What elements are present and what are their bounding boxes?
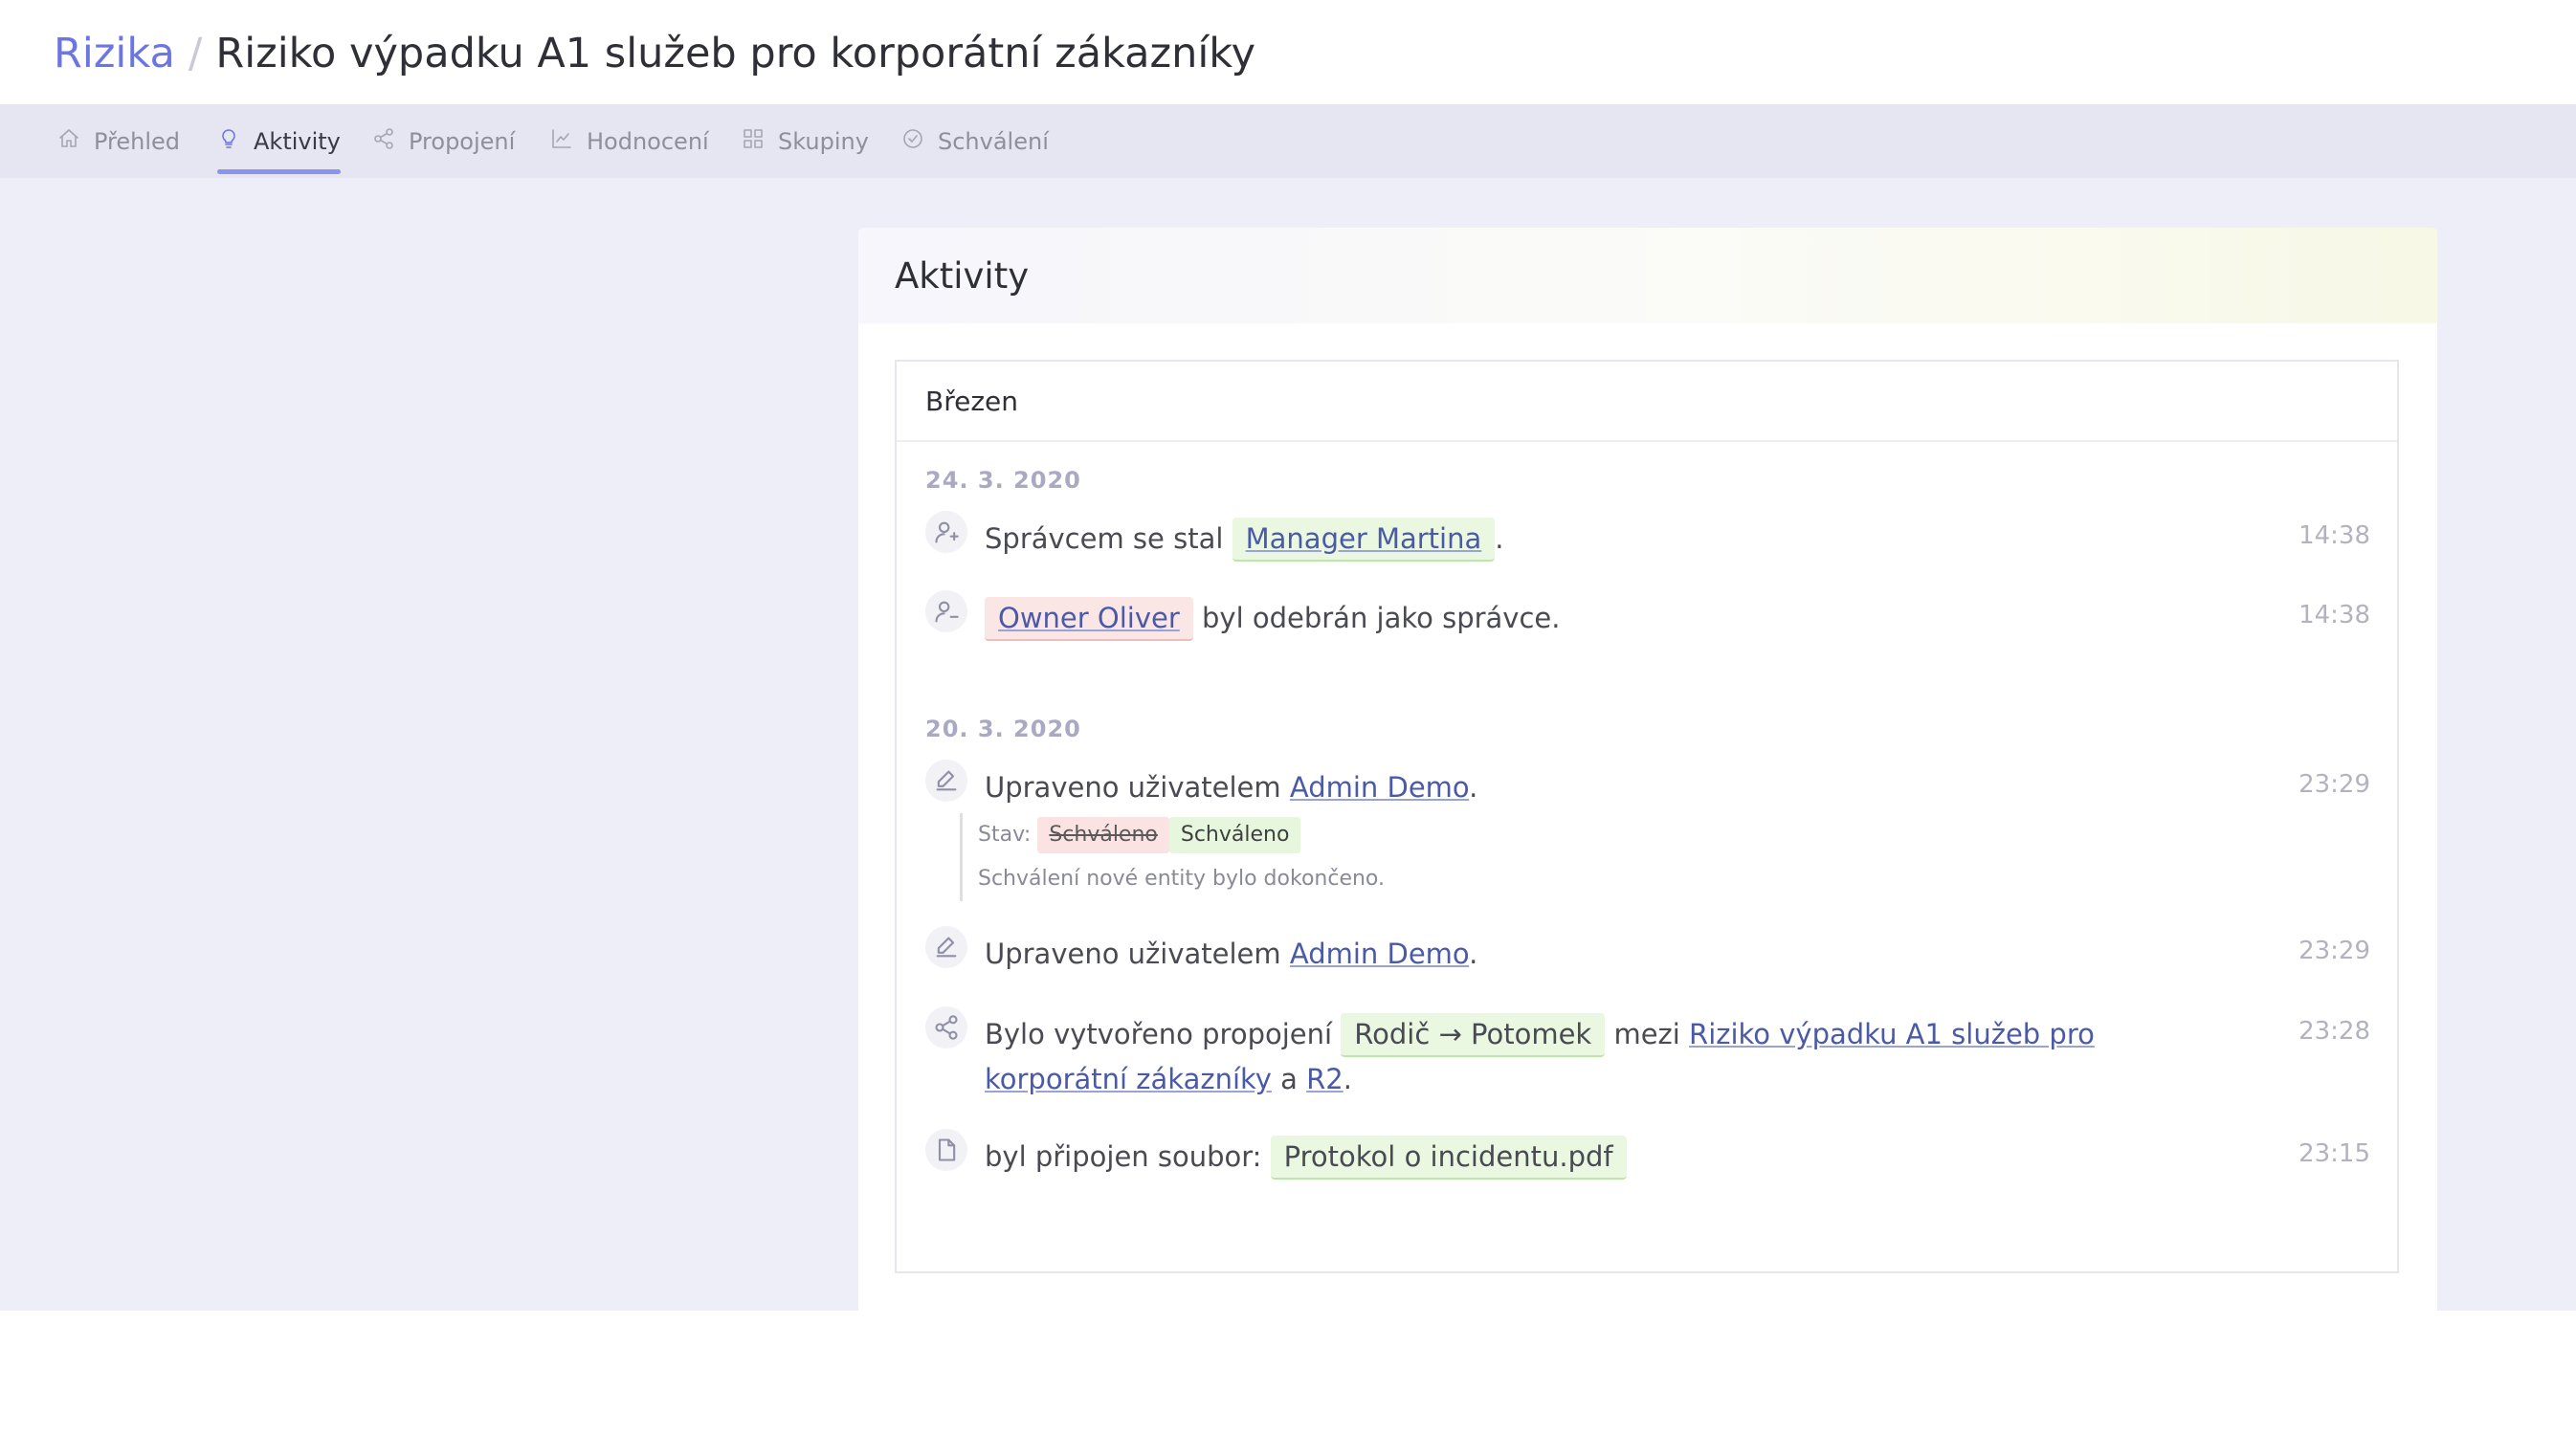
old-status-badge: Schváleno <box>1037 817 1169 853</box>
user-link[interactable]: Admin Demo <box>1290 771 1469 804</box>
tab-prehled[interactable]: Přehled <box>57 104 180 178</box>
status-label: Stav: <box>978 823 1032 847</box>
relation-type-chip: Rodič → Potomek <box>1341 1013 1606 1057</box>
share-icon <box>372 127 395 156</box>
user-chip: Manager Martina <box>1232 518 1496 562</box>
day-heading: 24. 3. 2020 <box>925 467 1081 494</box>
tab-aktivity[interactable]: Aktivity <box>217 104 341 178</box>
activity-time: 14:38 <box>2298 601 2370 629</box>
activity-text: Bylo vytvořeno propojení Rodič → Potomek… <box>985 1012 2162 1101</box>
tab-hodnoceni[interactable]: Hodnocení <box>550 104 709 178</box>
user-chip: Owner Oliver <box>985 597 1193 641</box>
activity-and: a <box>1280 1063 1298 1095</box>
status-change-row: Stav: Schváleno Schváleno <box>978 813 1648 857</box>
activity-time: 23:29 <box>2298 937 2370 965</box>
activity-prefix: Upraveno uživatelem <box>985 938 1281 970</box>
page-title: Riziko výpadku A1 služeb pro korporátní … <box>215 30 1256 77</box>
edit-icon <box>925 926 967 968</box>
share-icon <box>925 1006 967 1049</box>
activity-mid: mezi <box>1613 1018 1680 1050</box>
file-chip[interactable]: Protokol o incidentu.pdf <box>1270 1136 1627 1180</box>
tab-bar: Přehled Aktivity Propojení Hodnocení Sku… <box>0 104 2576 178</box>
lightbulb-icon <box>217 127 240 156</box>
tab-label: Skupiny <box>778 127 869 155</box>
page-header: Rizika / Riziko výpadku A1 služeb pro korp… <box>0 0 2576 104</box>
tab-skupiny[interactable]: Skupiny <box>742 104 869 178</box>
new-status-badge: Schváleno <box>1168 817 1301 853</box>
home-icon <box>57 127 80 156</box>
tab-label: Propojení <box>409 127 516 155</box>
activities-card: Aktivity Březen 24. 3. 2020 Správcem se … <box>858 228 2437 1311</box>
card-title: Aktivity <box>895 255 1030 297</box>
tab-label: Přehled <box>94 127 181 155</box>
activity-prefix: byl připojen soubor: <box>985 1140 1262 1173</box>
risk-link-r2[interactable]: R2 <box>1306 1063 1344 1095</box>
tab-propojeni[interactable]: Propojení <box>372 104 515 178</box>
activity-time: 23:28 <box>2298 1017 2370 1046</box>
activity-text: Správcem se stal Manager Martina. <box>985 517 2162 562</box>
activity-prefix: Bylo vytvořeno propojení <box>985 1018 1333 1050</box>
activity-text: Owner Oliver byl odebrán jako správce. <box>985 596 2162 641</box>
activity-suffix: . <box>1343 1063 1352 1095</box>
activity-text: byl připojen soubor: Protokol o incident… <box>985 1135 2162 1180</box>
activity-time: 14:38 <box>2298 521 2370 550</box>
edit-icon <box>925 760 967 802</box>
user-link[interactable]: Owner Oliver <box>998 602 1180 634</box>
activity-suffix: . <box>1495 522 1504 555</box>
activity-suffix: . <box>1469 771 1478 804</box>
activity-time: 23:29 <box>2298 770 2370 799</box>
tab-label: Hodnocení <box>587 127 709 155</box>
activity-suffix: byl odebrán jako správce. <box>1202 602 1561 634</box>
tab-label: Aktivity <box>254 127 341 155</box>
user-add-icon <box>925 511 967 553</box>
activity-time: 23:15 <box>2298 1139 2370 1168</box>
user-link[interactable]: Admin Demo <box>1290 938 1469 970</box>
main-area: Aktivity Březen 24. 3. 2020 Správcem se … <box>0 178 2576 1311</box>
change-note: Schválení nové entity bylo dokončeno. <box>978 867 1385 891</box>
activity-suffix: . <box>1469 938 1478 970</box>
grid-icon <box>742 127 765 156</box>
change-detail: Stav: Schváleno Schváleno Schválení nové … <box>960 813 1648 901</box>
activity-prefix: Správcem se stal <box>985 522 1224 555</box>
user-link[interactable]: Manager Martina <box>1246 522 1482 555</box>
breadcrumb-separator: / <box>188 30 203 77</box>
file-icon <box>925 1129 967 1171</box>
breadcrumb: Rizika / Riziko výpadku A1 služeb pro korp… <box>54 27 1255 80</box>
month-panel: Březen 24. 3. 2020 Správcem se stal Mana… <box>895 360 2399 1273</box>
check-circle-icon <box>901 127 924 156</box>
tab-schvaleni[interactable]: Schválení <box>901 104 1049 178</box>
breadcrumb-root-link[interactable]: Rizika <box>54 30 175 77</box>
card-header <box>858 228 2437 323</box>
activity-text: Upraveno uživatelem Admin Demo. <box>985 765 2162 809</box>
tab-label: Schválení <box>938 127 1049 155</box>
activity-prefix: Upraveno uživatelem <box>985 771 1281 804</box>
user-remove-icon <box>925 590 967 632</box>
line-chart-icon <box>550 127 573 156</box>
month-title: Březen <box>897 362 2397 442</box>
activity-text: Upraveno uživatelem Admin Demo. <box>985 932 2162 976</box>
day-heading: 20. 3. 2020 <box>925 716 1081 742</box>
